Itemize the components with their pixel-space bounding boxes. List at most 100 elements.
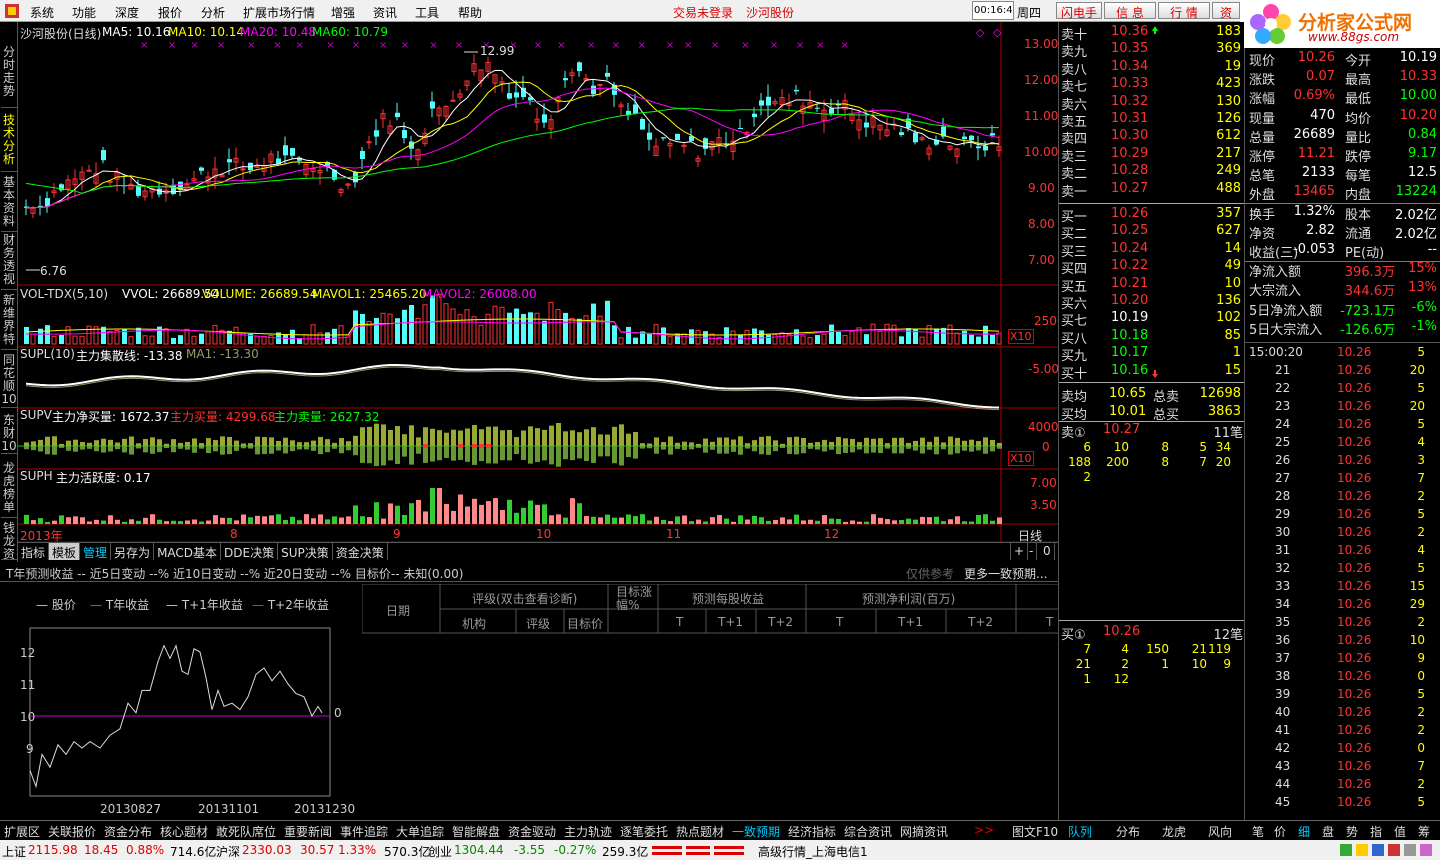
col-eps-t1[interactable]: T+1	[718, 615, 743, 629]
tick-row[interactable]: 30 10.26 2	[1245, 525, 1440, 543]
tick-row[interactable]: 26 10.26 3	[1245, 453, 1440, 471]
bottom-tab[interactable]: 大单追踪	[396, 823, 444, 840]
tick-row[interactable]: 45 10.26 5	[1245, 795, 1440, 813]
tick-list[interactable]: 15:00:20 10.26 5 21 10.26 20 22 10.26 5 …	[1244, 342, 1440, 820]
tick-row[interactable]: 40 10.26 2	[1245, 705, 1440, 723]
right-panel-tab[interactable]: 风向	[1208, 823, 1232, 840]
col-rate[interactable]: 评级	[526, 615, 550, 632]
col-target-price[interactable]: 目标价	[567, 615, 603, 632]
tray-icons[interactable]	[1338, 842, 1438, 858]
sell-level-row[interactable]: 卖二 10.28 249	[1059, 163, 1245, 182]
buy-level-row[interactable]: 买四 10.22 49	[1059, 258, 1245, 277]
buy-level-row[interactable]: 买八 10.18 85	[1059, 328, 1245, 347]
tab-dde[interactable]: DDE决策	[221, 543, 279, 560]
buy-level-row[interactable]: 买二 10.25 627	[1059, 223, 1245, 242]
col-target-gain[interactable]: 目标涨幅%	[616, 586, 652, 612]
bottom-tab[interactable]: 主力轨迹	[564, 823, 612, 840]
bottom-tab[interactable]: 逐笔委托	[620, 823, 668, 840]
capital-button[interactable]: 资	[1212, 2, 1240, 20]
menu-depth[interactable]: 深度	[115, 4, 139, 21]
sidebar-item-dragon-tiger[interactable]: 龙虎榜单	[1, 462, 17, 518]
menu-tools[interactable]: 工具	[415, 4, 439, 21]
right-panel-tab[interactable]: 盘	[1322, 823, 1334, 840]
bottom-tab[interactable]: 事件追踪	[340, 823, 388, 840]
sell-level-row[interactable]: 卖四 10.30 612	[1059, 128, 1245, 147]
buy-level-row[interactable]: 买九 10.17 1	[1059, 345, 1245, 364]
sell-level-row[interactable]: 卖三 10.29 217	[1059, 146, 1245, 165]
sidebar-item-qianlong[interactable]: 钱龙资	[1, 522, 17, 561]
bottom-tab[interactable]: 资金分布	[104, 823, 152, 840]
bottom-tab[interactable]: 热点题材	[676, 823, 724, 840]
tick-row[interactable]: 39 10.26 5	[1245, 687, 1440, 705]
bottom-tab[interactable]: 经济指标	[788, 823, 836, 840]
reset-button[interactable]: 0	[1040, 543, 1055, 560]
right-panel-tab[interactable]: 筹	[1418, 823, 1430, 840]
col-extra-t[interactable]: T	[1046, 615, 1053, 629]
bottom-tab[interactable]: 图文F10	[1012, 823, 1058, 840]
bottom-tab[interactable]: 核心题材	[160, 823, 208, 840]
tab-manage[interactable]: 管理	[80, 543, 112, 560]
kline-chart[interactable]: × × × × × × × × × × × × × × × × × × × × × × × × × × × ×◇ ◇	[18, 22, 1058, 542]
tick-row[interactable]: 38 10.26 0	[1245, 669, 1440, 687]
right-panel-tab[interactable]: 指	[1370, 823, 1382, 840]
col-eps-t2[interactable]: T+2	[768, 615, 793, 629]
bottom-tab[interactable]: 重要新闻	[284, 823, 332, 840]
tick-row[interactable]: 21 10.26 20	[1245, 363, 1440, 381]
tick-row[interactable]: 31 10.26 4	[1245, 543, 1440, 561]
sidebar-item-technical[interactable]: 技术分析	[1, 114, 17, 172]
menu-quote[interactable]: 报价	[158, 4, 182, 21]
col-rating-group[interactable]: 评级(双击查看诊断)	[472, 590, 577, 607]
right-panel-tab[interactable]: 龙虎	[1162, 823, 1186, 840]
tick-row[interactable]: 35 10.26 2	[1245, 615, 1440, 633]
sidebar-item-xinwei[interactable]: 新维界特	[1, 294, 17, 350]
tick-row[interactable]: 33 10.26 15	[1245, 579, 1440, 597]
col-profit-t[interactable]: T	[836, 615, 843, 629]
tick-row[interactable]: 27 10.26 7	[1245, 471, 1440, 489]
tick-row[interactable]: 25 10.26 4	[1245, 435, 1440, 453]
menu-system[interactable]: 系统	[30, 4, 54, 21]
bottom-tab[interactable]: 一致预期	[732, 823, 780, 840]
buy-level-row[interactable]: 买七 10.19 102	[1059, 310, 1245, 329]
sell-level-row[interactable]: 卖六 10.32 130	[1059, 94, 1245, 113]
login-status[interactable]: 交易未登录	[673, 4, 733, 21]
right-panel-tab[interactable]: 细	[1298, 823, 1310, 840]
tick-row[interactable]: 23 10.26 20	[1245, 399, 1440, 417]
more-forecast-link[interactable]: 更多一致预期...	[964, 565, 1047, 582]
tick-row[interactable]: 43 10.26 7	[1245, 759, 1440, 777]
tab-save-as[interactable]: 另存为	[111, 543, 155, 560]
col-profit-t2[interactable]: T+2	[968, 615, 993, 629]
sell-level-row[interactable]: 卖八 10.34 19	[1059, 59, 1245, 78]
sell-level-row[interactable]: 卖七 10.33 423	[1059, 76, 1245, 95]
info-button[interactable]: 信 息	[1104, 2, 1156, 20]
tick-row[interactable]: 34 10.26 29	[1245, 597, 1440, 615]
menu-help[interactable]: 帮助	[458, 4, 482, 21]
bottom-tab[interactable]: 敢死队席位	[216, 823, 276, 840]
flash-trade-button[interactable]: 闪电手	[1056, 2, 1102, 20]
sidebar-item-finance[interactable]: 财务透视	[1, 234, 17, 290]
kline-chart-area[interactable]: × × × × × × × × × × × × × × × × × × × × × × × × × × × × ◇ ◇ 沙河股份(日线) …	[18, 22, 1072, 543]
tick-row[interactable]: 28 10.26 2	[1245, 489, 1440, 507]
tick-row[interactable]: 32 10.26 5	[1245, 561, 1440, 579]
tab-macd[interactable]: MACD基本	[154, 543, 222, 560]
col-profit-group[interactable]: 预测净利润(百万)	[862, 590, 955, 607]
menu-extended-market[interactable]: 扩展市场行情	[243, 4, 315, 21]
bottom-tab[interactable]: 综合资讯	[844, 823, 892, 840]
tick-row[interactable]: 37 10.26 9	[1245, 651, 1440, 669]
tick-row[interactable]: 29 10.26 5	[1245, 507, 1440, 525]
bottom-tab[interactable]: 网摘资讯	[900, 823, 948, 840]
tick-row[interactable]: 22 10.26 5	[1245, 381, 1440, 399]
tick-row[interactable]: 42 10.26 0	[1245, 741, 1440, 759]
tick-row[interactable]: 41 10.26 2	[1245, 723, 1440, 741]
right-panel-tab[interactable]: 队列	[1068, 823, 1092, 840]
tick-row[interactable]: 36 10.26 10	[1245, 633, 1440, 651]
tab-scroll-arrows-icon[interactable]: >>	[974, 823, 994, 837]
menu-news[interactable]: 资讯	[373, 4, 397, 21]
tick-row[interactable]: 24 10.26 5	[1245, 417, 1440, 435]
sell-level-row[interactable]: 卖五 10.31 126	[1059, 111, 1245, 130]
sidebar-item-ths[interactable]: 同花顺10	[1, 354, 17, 408]
right-panel-tab[interactable]: 价	[1274, 823, 1286, 840]
col-eps-t[interactable]: T	[676, 615, 683, 629]
col-org[interactable]: 机构	[462, 615, 486, 632]
tick-row[interactable]: 15:00:20 10.26 5	[1245, 345, 1440, 363]
menu-function[interactable]: 功能	[72, 4, 96, 21]
